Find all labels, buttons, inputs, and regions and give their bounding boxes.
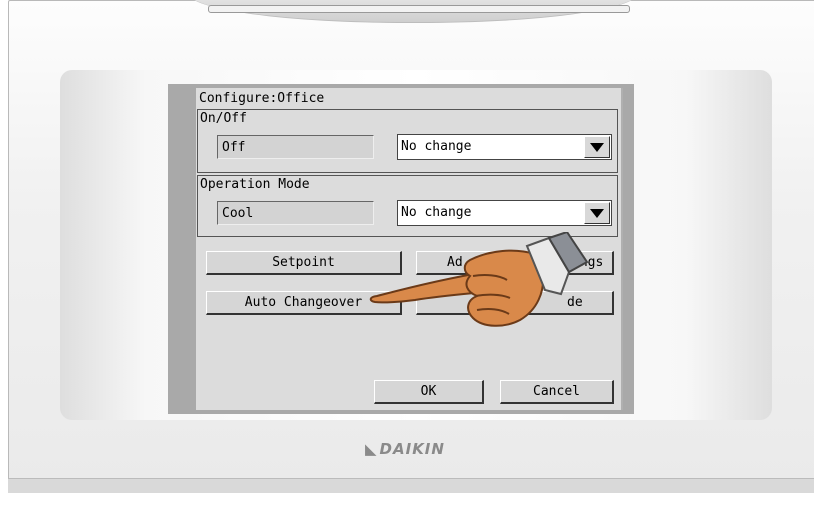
logo-mark-icon: ◣ — [365, 440, 378, 458]
onoff-current-value: Off — [217, 135, 374, 159]
mode-select-value: No change — [401, 205, 472, 220]
onoff-select-value: No change — [401, 139, 472, 154]
dialog-title: Configure:Office — [199, 91, 325, 106]
onoff-group-label: On/Off — [200, 111, 247, 126]
mode-group-label: Operation Mode — [200, 177, 310, 192]
triangle-down-icon[interactable] — [584, 202, 610, 224]
mode-select[interactable]: No change — [397, 200, 612, 226]
hand-palm — [463, 249, 545, 327]
onoff-select[interactable]: No change — [397, 134, 612, 160]
onoff-group: On/Off Off No change — [197, 109, 618, 173]
mode-current-value: Cool — [217, 201, 374, 225]
mode-group: Operation Mode Cool No change — [197, 175, 618, 237]
triangle-down-icon[interactable] — [584, 136, 610, 158]
stylus — [208, 5, 630, 13]
cancel-button[interactable]: Cancel — [500, 380, 614, 404]
daikin-logo: ◣ DAIKIN — [365, 440, 445, 458]
pointing-hand-icon — [369, 232, 589, 327]
ok-button[interactable]: OK — [374, 380, 484, 404]
bottom-rim — [8, 478, 814, 493]
